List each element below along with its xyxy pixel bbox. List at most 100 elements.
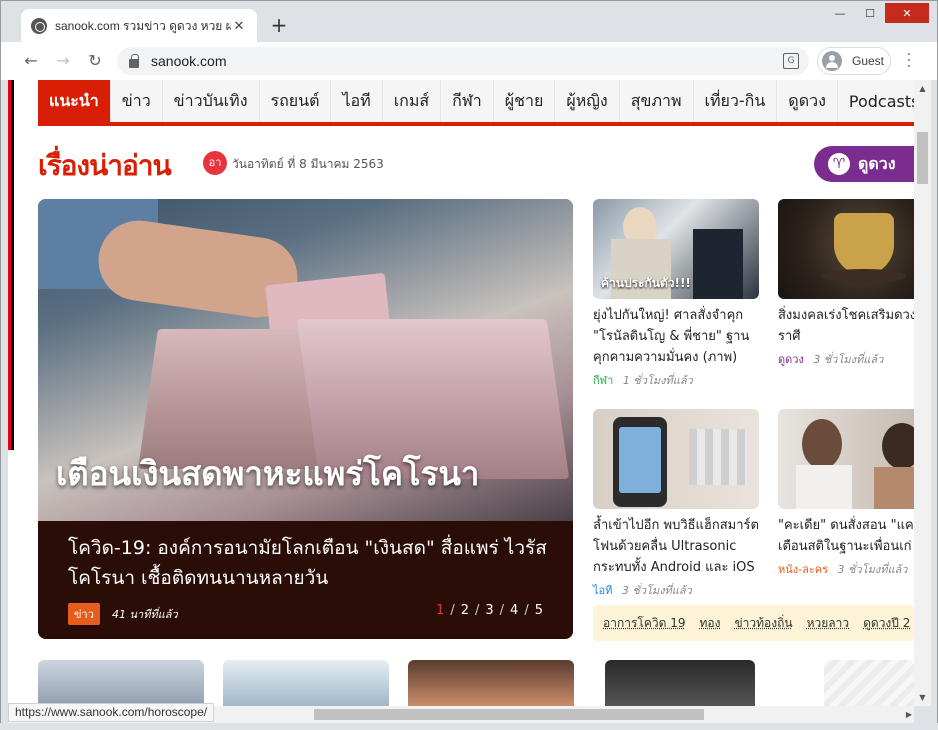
nav-category-item[interactable]: ผู้ชาย — [493, 80, 556, 122]
nav-category-item[interactable]: ข่าวบันเทิง — [162, 80, 260, 122]
nav-category-item[interactable]: ดูดวง — [777, 80, 838, 122]
profile-label: Guest — [852, 54, 885, 68]
scroll-down-arrow-icon[interactable]: ▼ — [914, 689, 931, 706]
hero-headline[interactable]: โควิด-19: องค์การอนามัยโลกเตือน "เงินสด"… — [68, 533, 548, 593]
address-bar[interactable]: sanook.com G — [117, 47, 809, 75]
article-thumbnail[interactable] — [593, 409, 759, 509]
vertical-scroll-thumb[interactable] — [917, 132, 928, 184]
topic-link[interactable]: หวยลาว — [807, 614, 850, 633]
nav-category-item[interactable]: ข่าว — [110, 80, 163, 122]
browser-tab[interactable]: sanook.com รวมข่าว ดูดวง หวย ผลบ ✕ — [21, 9, 257, 43]
article-time: 3 ชั่วโมงที่แล้ว — [813, 353, 884, 366]
hero-category-badge[interactable]: ข่าว — [68, 603, 100, 625]
reload-icon[interactable]: ↻ — [85, 51, 105, 71]
thumbnail-figure — [802, 419, 842, 469]
horoscope-button[interactable]: ♈ ดูดวง — [814, 146, 914, 182]
ad-banner[interactable] — [824, 660, 914, 706]
close-window-button[interactable]: ✕ — [885, 3, 929, 23]
article-title[interactable]: ล้ำเข้าไปอีก พบวิธีแฮ็กสมาร์ตโฟนด้วยคลื่… — [593, 515, 759, 578]
hero-image[interactable]: เตือนเงินสดพาหะแพร่โคโรนา — [38, 199, 573, 521]
nav-category-item[interactable]: ไอที — [331, 80, 383, 122]
article-meta: กีฬา 1 ชั่วโมงที่แล้ว — [593, 371, 759, 389]
article-thumbnail[interactable] — [778, 409, 914, 509]
article-meta: หนัง-ละคร 3 ชั่วโมงที่แล้ว — [778, 560, 914, 578]
article-card[interactable]: "คะเดีย" ดนสั่งสอน "แค เตือนสติในฐานะเพื… — [778, 409, 914, 578]
article-thumbnail[interactable] — [223, 660, 389, 706]
horizontal-scroll-thumb[interactable] — [314, 709, 704, 720]
pager-item[interactable]: 1 — [436, 603, 444, 618]
day-badge: อา — [203, 151, 227, 175]
tab-close-icon[interactable]: ✕ — [231, 19, 247, 34]
pager-item[interactable]: 2 — [461, 603, 469, 618]
article-card[interactable]: ล้ำเข้าไปอีก พบวิธีแฮ็กสมาร์ตโฟนด้วยคลื่… — [593, 409, 759, 599]
thumbnail-object — [834, 213, 894, 275]
article-tag[interactable]: กีฬา — [593, 374, 613, 387]
pager-item[interactable]: 5 — [535, 603, 543, 618]
aries-icon: ♈ — [828, 153, 850, 175]
vertical-scrollbar[interactable]: ▲ ▼ — [914, 80, 931, 706]
status-bar-url: https://www.sanook.com/horoscope/ — [8, 703, 215, 722]
tab-title: sanook.com รวมข่าว ดูดวง หวย ผลบ — [55, 18, 231, 33]
hero-article[interactable]: เตือนเงินสดพาหะแพร่โคโรนา โควิด-19: องค์… — [38, 199, 573, 639]
menu-dots-icon[interactable]: · · · — [903, 48, 915, 74]
article-time: 1 ชั่วโมงที่แล้ว — [622, 374, 693, 387]
left-accent-bar — [8, 80, 14, 450]
page-viewport: แนะนำ ข่าว ข่าวบันเทิง รถยนต์ ไอที เกมส์ กีฬาผ… — [8, 80, 914, 706]
window-controls: — ☐ ✕ — [825, 3, 929, 23]
nav-category-item[interactable]: Podcasts — [837, 80, 914, 122]
page-title: เรื่องน่าอ่าน — [38, 149, 172, 182]
address-url[interactable]: sanook.com — [151, 53, 226, 69]
nav-category-item[interactable]: กีฬา — [441, 80, 494, 122]
article-meta: ดูดวง 3 ชั่วโมงที่แล้ว — [778, 350, 914, 368]
lock-icon — [129, 53, 139, 68]
pager-separator: / — [524, 603, 529, 618]
maximize-button[interactable]: ☐ — [855, 3, 885, 23]
thumbnail-figure — [874, 467, 914, 509]
scroll-right-arrow-icon[interactable]: ▶ — [906, 706, 912, 723]
article-time: 3 ชั่วโมงที่แล้ว — [837, 563, 908, 576]
new-tab-button[interactable]: + — [269, 15, 289, 35]
article-title[interactable]: "คะเดีย" ดนสั่งสอน "แค เตือนสติในฐานะเพื… — [778, 515, 914, 557]
forward-arrow-icon[interactable]: → — [53, 51, 73, 71]
article-title[interactable]: ยุ่งไปกันใหญ่! ศาลสั่งจำคุก "โรนัลดินโญ … — [593, 305, 759, 368]
scroll-up-arrow-icon[interactable]: ▲ — [914, 80, 931, 97]
translate-icon[interactable]: G — [783, 53, 799, 69]
nav-category-item[interactable]: สุขภาพ — [619, 80, 694, 122]
article-card[interactable]: สิ่งมงคลเร่งโชคเสริมดวง 12 ราศี ดูดวง 3 … — [778, 199, 914, 368]
profile-button[interactable]: Guest — [817, 47, 891, 75]
article-thumbnail[interactable] — [38, 660, 204, 706]
minimize-button[interactable]: — — [825, 3, 855, 23]
back-arrow-icon[interactable]: ← — [21, 51, 41, 71]
article-tag[interactable]: ดูดวง — [778, 353, 804, 366]
article-tag[interactable]: ไอที — [593, 584, 612, 597]
topic-link[interactable]: อาการโควิด 19 — [603, 614, 685, 633]
article-thumbnail[interactable] — [605, 660, 755, 706]
nav-category-item[interactable]: แนะนำ — [38, 80, 111, 122]
topic-link[interactable]: ทอง — [699, 614, 720, 633]
pager-separator: / — [499, 603, 505, 618]
nav-category-item[interactable]: เที่ยว-กิน — [693, 80, 778, 122]
article-title[interactable]: สิ่งมงคลเร่งโชคเสริมดวง 12 ราศี — [778, 305, 914, 347]
pager-item[interactable]: 3 — [485, 603, 493, 618]
topic-link[interactable]: ดูดวงปี 2 — [863, 614, 910, 633]
nav-category-item[interactable]: เกมส์ — [382, 80, 442, 122]
article-thumbnail[interactable] — [408, 660, 574, 706]
article-thumbnail[interactable] — [778, 199, 914, 299]
thumbnail-figure — [796, 465, 852, 509]
window-frame-left — [0, 80, 8, 723]
topic-link[interactable]: ข่าวท้องถิ่น — [734, 614, 792, 633]
article-card[interactable]: ค้านประกันตัว!!! ยุ่งไปกันใหญ่! ศาลสั่งจ… — [593, 199, 759, 389]
nav-category-item[interactable]: รถยนต์ — [259, 80, 332, 122]
hero-pager: 1 / 2 / 3 / 4 / 5 — [430, 603, 543, 618]
hero-overlay-text: เตือนเงินสดพาหะแพร่โคโรนา — [56, 454, 480, 493]
nav-category-item[interactable]: ผู้หญิง — [555, 80, 620, 122]
thumbnail-caption: ค้านประกันตัว!!! — [601, 276, 691, 290]
article-time: 3 ชั่วโมงที่แล้ว — [621, 584, 692, 597]
article-tag[interactable]: หนัง-ละคร — [778, 563, 828, 576]
thumbnail-object — [822, 269, 906, 283]
article-thumbnail[interactable]: ค้านประกันตัว!!! — [593, 199, 759, 299]
pager-item[interactable]: 4 — [510, 603, 518, 618]
window-frame-bottom — [0, 723, 938, 730]
avatar-icon — [822, 51, 842, 71]
pager-separator: / — [450, 603, 455, 618]
